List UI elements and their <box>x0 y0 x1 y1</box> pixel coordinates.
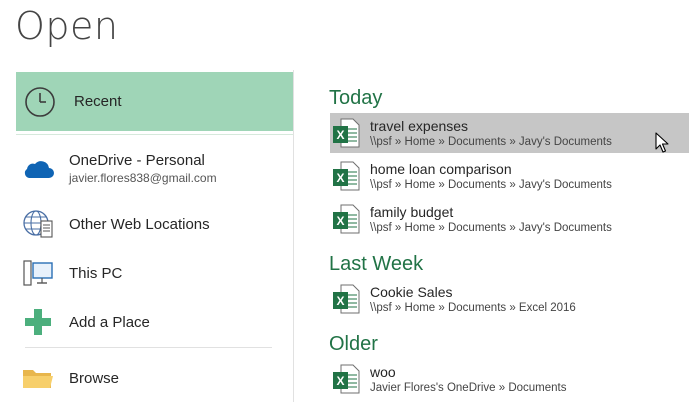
file-path: \\psf » Home » Documents » Excel 2016 <box>370 301 576 314</box>
file-path: Javier Flores's OneDrive » Documents <box>370 381 567 394</box>
recent-file-item[interactable]: X woo Javier Flores's OneDrive » Documen… <box>330 359 689 399</box>
recent-file-item[interactable]: X home loan comparison \\psf » Home » Do… <box>330 156 689 196</box>
svg-text:X: X <box>336 374 344 388</box>
place-add-label: Add a Place <box>69 313 150 331</box>
file-name: travel expenses <box>370 117 469 134</box>
file-path: \\psf » Home » Documents » Javy's Docume… <box>370 135 612 148</box>
folder-icon <box>18 358 58 398</box>
recent-file-text: travel expenses \\psf » Home » Documents… <box>370 118 612 149</box>
globe-icon <box>18 204 58 244</box>
places-pane: Recent OneDrive - Personal javier.flores… <box>0 70 294 402</box>
file-name: family budget <box>370 203 454 220</box>
place-onedrive[interactable]: OneDrive - Personal javier.flores838@gma… <box>16 148 293 188</box>
group-heading-today: Today <box>329 87 383 109</box>
place-recent-label: Recent <box>74 93 122 110</box>
group-heading-older: Older <box>329 333 378 355</box>
plus-icon <box>18 302 58 342</box>
recent-file-text: family budget \\psf » Home » Documents »… <box>370 204 612 235</box>
divider <box>16 134 293 135</box>
place-other-web-locations[interactable]: Other Web Locations <box>16 204 293 244</box>
place-this-pc-label: This PC <box>69 264 123 282</box>
recent-file-item[interactable]: X travel expenses \\psf » Home » Documen… <box>330 113 689 153</box>
file-name: Cookie Sales <box>370 283 453 300</box>
recent-file-text: woo Javier Flores's OneDrive » Documents <box>370 364 566 395</box>
recent-file-item[interactable]: X Cookie Sales \\psf » Home » Documents … <box>330 279 689 319</box>
place-onedrive-email: javier.flores838@gmail.com <box>69 170 217 185</box>
excel-file-icon: X <box>332 364 360 394</box>
place-other-web-label: Other Web Locations <box>69 215 210 233</box>
divider <box>25 347 272 348</box>
place-this-pc[interactable]: This PC <box>16 253 293 293</box>
file-path: \\psf » Home » Documents » Javy's Docume… <box>370 221 612 234</box>
recent-file-text: Cookie Sales \\psf » Home » Documents » … <box>370 284 576 315</box>
place-add-a-place[interactable]: Add a Place <box>16 302 293 342</box>
excel-file-icon: X <box>332 161 360 191</box>
mouse-cursor-icon <box>655 132 669 159</box>
svg-text:X: X <box>336 294 344 308</box>
place-recent[interactable]: Recent <box>16 72 293 135</box>
clock-icon <box>20 82 60 122</box>
excel-file-icon: X <box>332 118 360 148</box>
place-browse[interactable]: Browse <box>16 358 293 398</box>
place-browse-label: Browse <box>69 369 120 387</box>
file-name: woo <box>370 363 396 380</box>
page-title: Open <box>15 4 119 48</box>
excel-file-icon: X <box>332 204 360 234</box>
excel-file-icon: X <box>332 284 360 314</box>
recent-file-text: home loan comparison \\psf » Home » Docu… <box>370 161 612 192</box>
file-name: home loan comparison <box>370 160 512 177</box>
place-onedrive-text: OneDrive - Personal javier.flores838@gma… <box>69 152 217 185</box>
file-path: \\psf » Home » Documents » Javy's Docume… <box>370 178 612 191</box>
recent-file-item[interactable]: X family budget \\psf » Home » Documents… <box>330 199 689 239</box>
group-heading-last-week: Last Week <box>329 253 424 275</box>
computer-icon <box>18 253 58 293</box>
place-onedrive-label: OneDrive - Personal <box>69 151 205 169</box>
recent-files-pane: Today X travel expenses \\psf » Home » D… <box>294 70 689 402</box>
svg-text:X: X <box>336 171 344 185</box>
svg-text:X: X <box>336 128 344 142</box>
svg-text:X: X <box>336 214 344 228</box>
cloud-icon <box>18 148 58 188</box>
